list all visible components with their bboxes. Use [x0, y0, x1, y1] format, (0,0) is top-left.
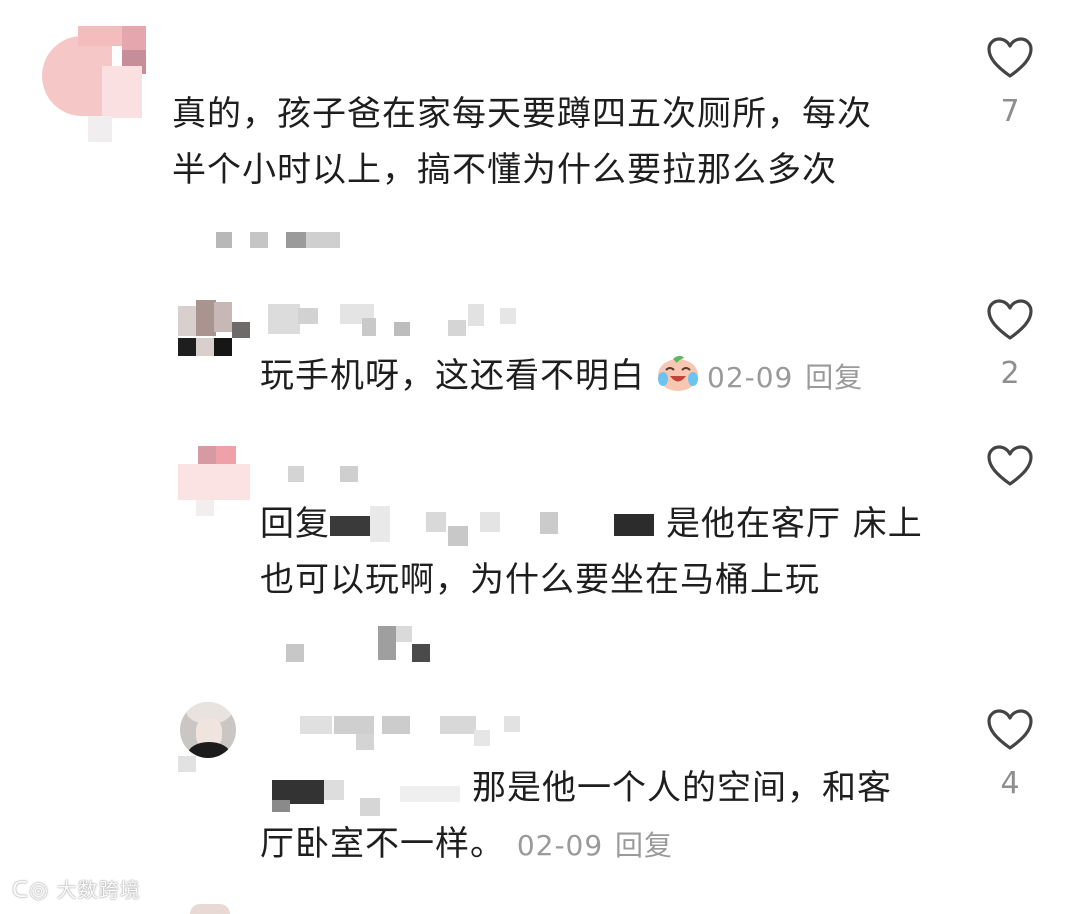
mention-blur	[330, 505, 666, 546]
comment-line: 厅卧室不一样。	[260, 824, 505, 864]
comment-text: 那是他一个人的空间，和客 厅卧室不一样。 02-09 回复	[260, 760, 892, 874]
comment-line: 也可以玩啊，为什么要坐在马桶上玩	[260, 560, 820, 600]
comment-body: 是他在客厅 床上	[666, 504, 923, 544]
comment-text: 真的，孩子爸在家每天要蹲四五次厕所，每次 半个小时以上，搞不懂为什么要拉那么多次	[172, 86, 872, 198]
comment-body: 那是他一个人的空间，和客	[472, 768, 892, 808]
avatar[interactable]	[178, 300, 252, 358]
next-avatar-peek	[190, 904, 230, 914]
comment-line: 真的，孩子爸在家每天要蹲四五次厕所，每次	[172, 94, 872, 134]
like-count: 7	[1000, 94, 1020, 129]
reply-button[interactable]: 回复	[805, 361, 863, 394]
comment-text: 玩手机呀，这还看不明白 02-09 回复	[260, 348, 863, 406]
avatar[interactable]	[178, 446, 252, 518]
like-button[interactable]: 7	[980, 36, 1040, 129]
watermark-text: 大数跨境	[56, 878, 141, 902]
watermark: ᑕ◎ 大数跨境	[12, 874, 141, 903]
like-button[interactable]	[980, 444, 1040, 488]
like-count: 2	[1000, 356, 1020, 391]
comment-text: 回复 是他在客厅 床上 也可以玩啊，为什么要坐在马桶上玩	[260, 496, 980, 608]
comment-date: 02-09	[707, 361, 794, 394]
reply-prefix: 回复	[260, 504, 330, 544]
heart-icon	[987, 37, 1033, 78]
like-button[interactable]: 2	[980, 298, 1040, 391]
heart-icon	[987, 709, 1033, 750]
comment-body: 玩手机呀，这还看不明白	[260, 356, 645, 396]
crying-laughing-emoji	[658, 355, 698, 391]
like-count: 4	[1000, 766, 1020, 801]
heart-icon	[987, 445, 1033, 486]
heart-icon	[987, 299, 1033, 340]
avatar[interactable]	[42, 26, 146, 142]
avatar[interactable]	[178, 702, 238, 772]
watermark-logo-icon: ᑕ◎	[12, 878, 50, 903]
like-button[interactable]: 4	[980, 708, 1040, 801]
mention-blur	[260, 770, 472, 816]
comment-date: 02-09	[516, 829, 604, 862]
reply-button[interactable]: 回复	[615, 829, 673, 862]
comment-line: 半个小时以上，搞不懂为什么要拉那么多次	[172, 150, 837, 190]
